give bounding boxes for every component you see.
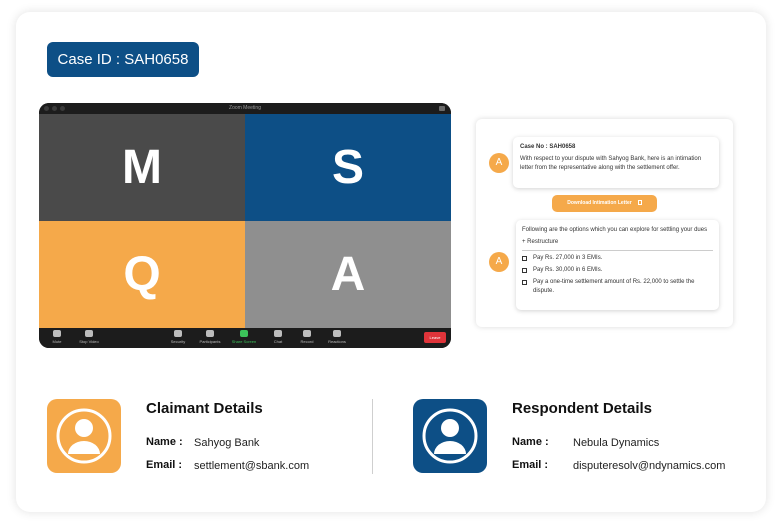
document-icon — [637, 200, 642, 206]
zoom-window-title: Zoom Meeting — [229, 105, 261, 111]
leave-button[interactable]: Leave — [424, 332, 446, 343]
view-icon[interactable] — [439, 106, 445, 111]
claimant-name: Sahyog Bank — [194, 437, 260, 449]
claimant-email-label: Email : — [146, 459, 183, 471]
stop-video-button[interactable]: Stop Video — [74, 330, 104, 344]
participant-tile-q: Q — [39, 221, 245, 328]
participants-icon — [206, 330, 214, 337]
zoom-titlebar: Zoom Meeting — [39, 103, 451, 114]
participant-tile-a: A — [245, 221, 451, 328]
respondent-name-label: Name : — [512, 436, 549, 448]
chat-panel: A Case No : SAH0658 With respect to your… — [476, 119, 733, 327]
share-screen-button[interactable]: Share Screen — [229, 330, 259, 344]
download-intimation-letter-button[interactable]: Download Intimation Letter — [552, 195, 657, 212]
reactions-button[interactable]: Reactions — [322, 330, 352, 344]
checkbox[interactable] — [522, 268, 527, 273]
options-bubble: Following are the options which you can … — [516, 220, 719, 310]
option-item[interactable]: Pay Rs. 27,000 in 3 EMIs. — [522, 254, 713, 263]
shield-icon — [174, 330, 182, 337]
respondent-name: Nebula Dynamics — [573, 437, 660, 449]
chat-icon — [274, 330, 282, 337]
restructure-option[interactable]: + Restructure — [522, 238, 713, 251]
respondent-user-icon — [413, 399, 487, 473]
case-id-badge: Case ID : SAH0658 — [47, 42, 199, 77]
chat-button[interactable]: Chat — [263, 330, 293, 344]
avatar: A — [489, 153, 509, 173]
zoom-meeting-window: Zoom Meeting M S Q A Mute Stop Video Sec… — [39, 103, 451, 348]
claimant-title: Claimant Details — [146, 400, 263, 417]
reactions-icon — [333, 330, 341, 337]
security-button[interactable]: Security — [163, 330, 193, 344]
video-camera-icon — [85, 330, 93, 337]
message-bubble: Case No : SAH0658 With respect to your d… — [513, 137, 719, 188]
option-item[interactable]: Pay a one-time settlement amount of Rs. … — [522, 278, 713, 296]
claimant-name-label: Name : — [146, 436, 183, 448]
window-controls[interactable] — [44, 106, 65, 111]
message-title: Case No : SAH0658 — [520, 144, 576, 150]
divider — [372, 399, 373, 474]
options-intro: Following are the options which you can … — [522, 227, 708, 233]
respondent-title: Respondent Details — [512, 400, 653, 417]
claimant-email: settlement@sbank.com — [194, 460, 310, 472]
checkbox[interactable] — [522, 280, 527, 285]
microphone-icon — [53, 330, 61, 337]
record-button[interactable]: Record — [292, 330, 322, 344]
participant-tile-s: S — [245, 114, 451, 221]
zoom-toolbar: Mute Stop Video Security Participants Sh… — [39, 328, 451, 348]
avatar: A — [489, 252, 509, 272]
share-screen-icon — [240, 330, 248, 337]
message-body: With respect to your dispute with Sahyog… — [520, 156, 702, 171]
option-item[interactable]: Pay Rs. 30,000 in 6 EMIs. — [522, 266, 713, 275]
checkbox[interactable] — [522, 256, 527, 261]
claimant-user-icon — [47, 399, 121, 473]
participant-tile-m: M — [39, 114, 245, 221]
mute-button[interactable]: Mute — [42, 330, 72, 344]
participants-button[interactable]: Participants — [195, 330, 225, 344]
record-icon — [303, 330, 311, 337]
respondent-email: disputeresolv@ndynamics.com — [573, 460, 726, 472]
respondent-email-label: Email : — [512, 459, 549, 471]
